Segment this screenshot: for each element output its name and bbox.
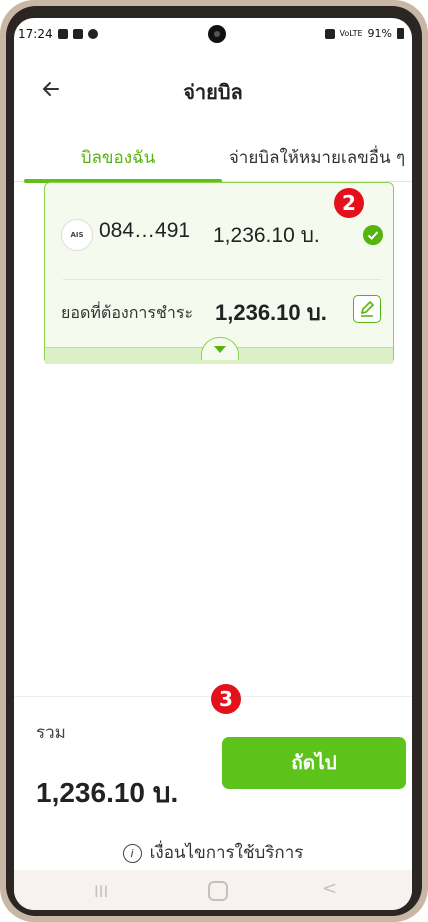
pay-amount-label: ยอดที่ต้องการชำระ xyxy=(61,303,194,322)
edit-amount-button[interactable] xyxy=(353,295,381,323)
ais-logo: AIS xyxy=(61,219,93,251)
battery-level: 91% xyxy=(367,27,392,40)
back-nav-icon[interactable]: < xyxy=(322,878,337,899)
total-value: 1,236.10 บ. xyxy=(36,777,179,808)
battery-icon xyxy=(397,28,404,39)
volte-indicator: VoLTE xyxy=(339,29,363,38)
bill-amount: 1,236.10 บ. xyxy=(213,224,320,247)
tab-bar: บิลของฉัน จ่ายบิลให้หมายเลขอื่น ๆ xyxy=(14,134,412,183)
status-time: 17:24 xyxy=(18,27,53,41)
check-icon[interactable] xyxy=(363,225,383,245)
phone-screen: 17:24 VoLTE 91% จ่ายบิล บิลของฉัน จ่ายบิ… xyxy=(14,18,412,910)
step-2-badge: 2 xyxy=(334,188,364,218)
info-icon: i xyxy=(122,843,142,863)
recent-apps-icon[interactable]: III xyxy=(94,882,108,901)
status-left: 17:24 xyxy=(18,27,98,41)
ais-logo-text: AIS xyxy=(70,231,84,239)
line-app-icon xyxy=(87,29,98,39)
front-camera xyxy=(208,25,226,43)
alarm-icon xyxy=(324,28,335,39)
android-nav-bar: III < xyxy=(14,870,412,910)
card-divider xyxy=(63,279,381,280)
pay-amount-value: 1,236.10 บ. xyxy=(215,300,327,325)
phone-number: 084…491 xyxy=(99,219,191,242)
bill-row[interactable]: AIS 084…491 1,236.10 บ. xyxy=(45,213,393,257)
tab-other-numbers[interactable]: จ่ายบิลให้หมายเลขอื่น ๆ xyxy=(222,134,412,180)
pay-amount-row: ยอดที่ต้องการชำระ 1,236.10 บ. xyxy=(45,289,393,333)
page-title: จ่ายบิล xyxy=(183,80,243,104)
summary-panel: รวม 1,236.10 บ. ถัดไป i เงื่อนไขการใช้บริ… xyxy=(14,696,412,867)
expand-chevron-icon[interactable] xyxy=(201,337,239,360)
gallery-icon xyxy=(72,29,83,39)
total-label: รวม xyxy=(36,723,66,743)
terms-link[interactable]: i เงื่อนไขการใช้บริการ xyxy=(14,839,412,866)
home-icon[interactable] xyxy=(208,881,228,901)
app-header: จ่ายบิล xyxy=(14,70,412,110)
terms-label[interactable]: เงื่อนไขการใช้บริการ xyxy=(150,843,304,863)
next-button[interactable]: ถัดไป xyxy=(222,737,406,789)
step-3-badge: 3 xyxy=(211,684,241,714)
tab-my-bills[interactable]: บิลของฉัน xyxy=(14,134,222,180)
notification-icon xyxy=(57,29,68,39)
status-bar: 17:24 VoLTE 91% xyxy=(14,18,412,52)
status-right: VoLTE 91% xyxy=(324,27,404,40)
